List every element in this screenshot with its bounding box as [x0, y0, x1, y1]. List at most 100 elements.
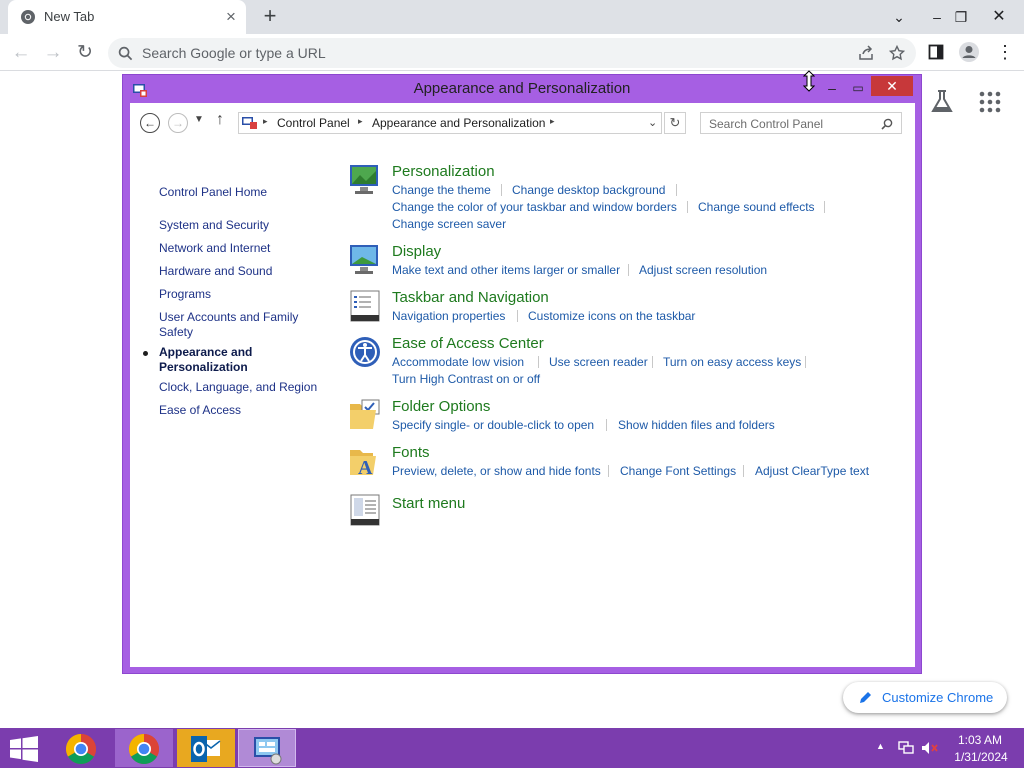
labs-flask-icon[interactable] [928, 88, 956, 116]
link-cleartype[interactable]: Adjust ClearType text [755, 464, 869, 478]
refresh-icon[interactable]: ↻ [664, 112, 686, 134]
fonts-folder-icon: A [350, 450, 376, 478]
search-placeholder: Search Control Panel [709, 117, 824, 131]
link-change-screen-saver[interactable]: Change screen saver [392, 217, 506, 231]
new-tab-button[interactable]: + [258, 5, 282, 29]
google-apps-icon[interactable] [978, 90, 1002, 114]
taskbar-chrome-running[interactable] [115, 729, 173, 767]
chrome-icon [128, 734, 160, 765]
control-panel-icon [254, 737, 282, 765]
link-low-vision[interactable]: Accommodate low vision [392, 355, 524, 369]
sidebar-item-control-panel-home[interactable]: Control Panel Home [159, 185, 324, 200]
section-title-folder-options[interactable]: Folder Options [392, 398, 490, 415]
link-font-settings[interactable]: Change Font Settings [620, 464, 736, 478]
link-separator [628, 264, 629, 276]
tab-new-tab[interactable]: New Tab × [8, 0, 246, 34]
tab-close-icon[interactable]: × [222, 8, 240, 26]
bookmark-star-icon[interactable] [889, 45, 905, 61]
share-icon[interactable] [858, 45, 874, 61]
restore-icon[interactable]: ❐ [946, 0, 976, 34]
sidebar-item-ease-of-access[interactable]: Ease of Access [159, 403, 324, 418]
forward-arrow-icon[interactable]: → [40, 40, 66, 66]
link-change-taskbar-color[interactable]: Change the color of your taskbar and win… [392, 200, 677, 214]
section-title-personalization[interactable]: Personalization [392, 163, 495, 180]
breadcrumb-control-panel[interactable]: Control Panel [277, 116, 350, 130]
chrome-icon [65, 734, 97, 765]
section-title-ease-of-access[interactable]: Ease of Access Center [392, 335, 544, 352]
side-panel-icon[interactable] [928, 44, 944, 60]
link-single-double-click[interactable]: Specify single- or double-click to open [392, 418, 594, 432]
window-content: ← → ▼ ↑ ▸ Control Panel ▸ Appearance and… [130, 103, 915, 667]
link-preview-fonts[interactable]: Preview, delete, or show and hide fonts [392, 464, 601, 478]
link-separator [608, 465, 609, 477]
link-screen-reader[interactable]: Use screen reader [549, 355, 648, 369]
menu-kebab-icon[interactable]: ⋮ [996, 42, 1014, 62]
recent-locations-dropdown-icon[interactable]: ▼ [194, 114, 204, 125]
window-maximize-icon[interactable]: ▭ [845, 78, 871, 98]
speaker-muted-icon[interactable] [921, 741, 939, 755]
customize-chrome-button[interactable]: Customize Chrome [843, 682, 1007, 713]
section-title-fonts[interactable]: Fonts [392, 444, 430, 461]
windows-start-icon[interactable] [9, 736, 39, 762]
breadcrumb-chevron-icon[interactable]: ▸ [358, 116, 363, 127]
taskbar-control-panel[interactable] [238, 729, 296, 767]
link-change-desktop-background[interactable]: Change desktop background [512, 183, 665, 197]
profile-avatar-icon[interactable] [958, 41, 980, 63]
tray-overflow-chevron-icon[interactable]: ▲ [876, 741, 885, 751]
section-title-display[interactable]: Display [392, 243, 441, 260]
up-arrow-icon[interactable]: ↑ [216, 111, 224, 129]
link-high-contrast[interactable]: Turn High Contrast on or off [392, 372, 540, 386]
active-bullet [143, 351, 148, 356]
sidebar-item-appearance-active[interactable]: Appearance and Personalization [159, 345, 269, 375]
breadcrumb-appearance[interactable]: Appearance and Personalization [372, 116, 545, 130]
breadcrumb-chevron-icon[interactable]: ▸ [550, 116, 555, 127]
section-title-start-menu[interactable]: Start menu [392, 495, 465, 512]
omnibox[interactable]: Search Google or type a URL [108, 38, 916, 68]
pencil-icon [860, 692, 871, 703]
taskbar-outlook[interactable] [177, 729, 235, 767]
omnibox-placeholder: Search Google or type a URL [142, 45, 326, 61]
sidebar-item-user-accounts[interactable]: User Accounts and Family Safety [159, 310, 309, 340]
link-show-hidden-files[interactable]: Show hidden files and folders [618, 418, 775, 432]
taskbar: ▲ 1:03 AM 1/31/2024 [0, 728, 1024, 768]
folder-options-icon [350, 399, 380, 429]
link-separator [606, 419, 607, 431]
close-icon[interactable]: ✕ [984, 0, 1014, 34]
breadcrumb-chevron-icon[interactable]: ▸ [263, 116, 268, 127]
sidebar-item-system-security[interactable]: System and Security [159, 218, 324, 233]
sidebar-item-clock-language[interactable]: Clock, Language, and Region [159, 380, 329, 395]
taskbar-icon [350, 290, 380, 322]
address-bar[interactable]: ▸ Control Panel ▸ Appearance and Persona… [238, 112, 662, 134]
sidebar-item-programs[interactable]: Programs [159, 287, 324, 302]
link-change-sound-effects[interactable]: Change sound effects [698, 200, 815, 214]
link-navigation-properties[interactable]: Navigation properties [392, 309, 505, 323]
link-customize-taskbar-icons[interactable]: Customize icons on the taskbar [528, 309, 695, 323]
clock-date[interactable]: 1/31/2024 [950, 750, 1012, 764]
window-minimize-icon[interactable]: – [819, 78, 845, 98]
address-dropdown-icon[interactable]: ⌄ [648, 116, 657, 129]
reload-icon[interactable]: ↻ [72, 40, 98, 66]
link-adjust-resolution[interactable]: Adjust screen resolution [639, 263, 767, 277]
section-title-taskbar[interactable]: Taskbar and Navigation [392, 289, 549, 306]
link-separator [652, 356, 653, 368]
tab-title: New Tab [44, 9, 95, 24]
sidebar-item-network-internet[interactable]: Network and Internet [159, 241, 324, 256]
window-close-icon[interactable]: ✕ [871, 76, 913, 96]
link-separator [517, 310, 518, 322]
search-icon [118, 46, 133, 61]
link-change-theme[interactable]: Change the theme [392, 183, 491, 197]
link-easy-access-keys[interactable]: Turn on easy access keys [663, 355, 801, 369]
customize-chrome-label: Customize Chrome [882, 690, 994, 705]
network-icon[interactable] [898, 741, 914, 755]
personalization-monitor-icon [350, 165, 378, 194]
taskbar-chrome-pinned[interactable] [52, 729, 110, 767]
search-control-panel-input[interactable]: Search Control Panel [700, 112, 902, 134]
sidebar-item-hardware-sound[interactable]: Hardware and Sound [159, 264, 324, 279]
forward-button[interactable]: → [168, 113, 188, 133]
back-arrow-icon[interactable]: ← [8, 40, 34, 66]
tab-search-chevron-icon[interactable]: ⌄ [884, 0, 914, 34]
back-button[interactable]: ← [140, 113, 160, 133]
link-separator [824, 201, 825, 213]
link-text-size[interactable]: Make text and other items larger or smal… [392, 263, 620, 277]
clock-time[interactable]: 1:03 AM [956, 733, 1004, 747]
